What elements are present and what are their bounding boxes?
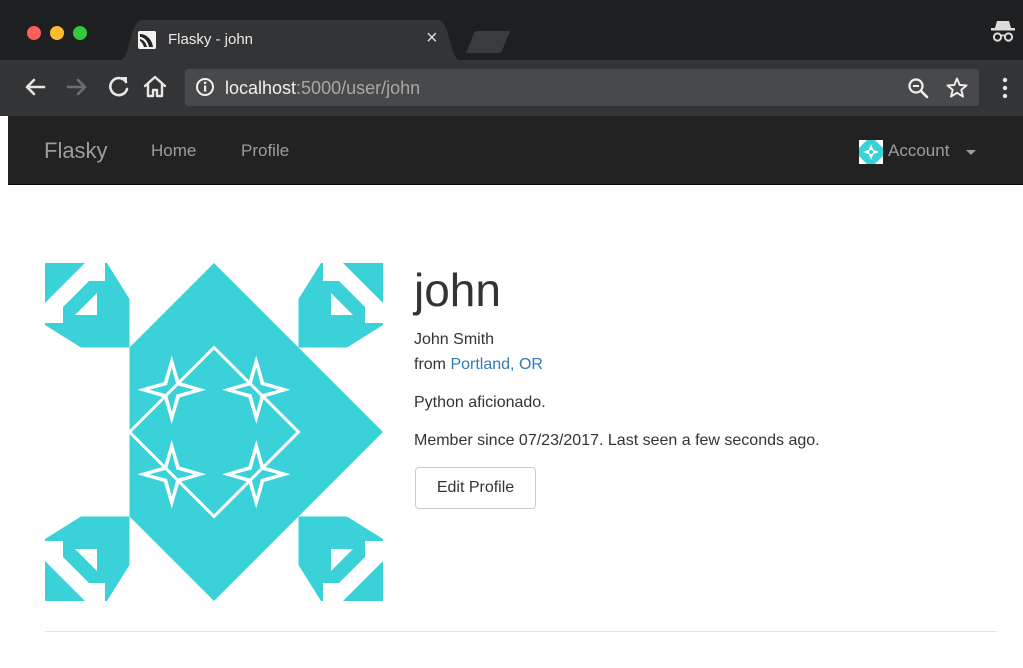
new-tab-icon[interactable] [466,31,512,53]
url-path: :5000/user/john [296,78,421,98]
tab-title: Flasky - john [168,31,254,48]
profile-username: john [414,264,501,316]
minimize-window-button[interactable] [50,26,64,40]
profile-member-since: Member since 07/23/2017. Last seen a few… [414,432,820,449]
address-bar[interactable]: localhost:5000/user/john [185,69,979,106]
close-window-button[interactable] [27,26,41,40]
maximize-window-button[interactable] [73,26,87,40]
tab-close-icon[interactable]: × [426,28,438,48]
app-navbar: Flasky Home Profile Account [8,116,1023,185]
profile-location: from Portland, OR [414,356,543,374]
forward-arrow-icon[interactable] [62,72,92,102]
profile-full-name: John Smith [414,331,495,348]
account-label: Account [888,141,950,160]
reload-icon[interactable] [104,72,134,102]
account-avatar [859,140,883,164]
browser-tab-bar: Flasky - john × [0,0,1023,60]
nav-link-home[interactable]: Home [151,141,196,161]
star-icon[interactable] [945,76,969,100]
user-identicon [45,263,383,601]
zoom-icon[interactable] [907,77,929,99]
flask-favicon-icon [138,31,156,49]
navbar-brand[interactable]: Flasky [44,138,108,164]
url-text[interactable]: localhost:5000/user/john [225,78,420,99]
nav-link-profile[interactable]: Profile [241,141,289,161]
caret-down-icon [966,150,976,155]
menu-dots-icon[interactable] [997,75,1013,101]
info-icon[interactable] [195,77,215,97]
incognito-icon [991,21,1015,42]
content-divider [45,631,997,632]
edit-profile-button[interactable]: Edit Profile [415,467,536,509]
url-host: localhost [225,78,297,98]
home-icon[interactable] [140,72,170,102]
location-link[interactable]: Portland, OR [450,356,542,373]
browser-tab-active[interactable]: Flasky - john × [120,20,460,60]
page-content: john John Smith from Portland, OR Python… [8,185,1023,668]
back-arrow-icon[interactable] [20,72,50,102]
location-prefix: from [414,356,446,373]
profile-about: Python aficionado. [414,394,546,411]
